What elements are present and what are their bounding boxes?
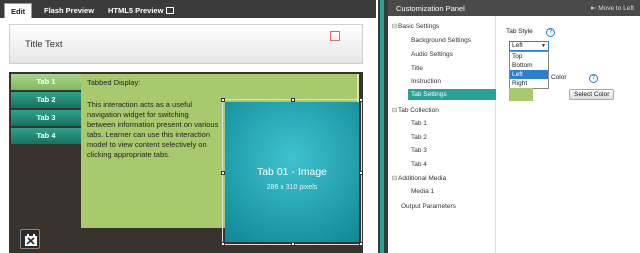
option-top[interactable]: Top [510,52,548,61]
tree-instruction[interactable]: Instruction [411,78,441,85]
panel-description[interactable]: This interaction acts as a useful naviga… [87,100,219,160]
stage-tab-1[interactable]: Tab 1 [11,74,81,90]
external-link-icon [166,7,175,14]
collapse-icon[interactable]: ⊟ [391,22,398,30]
tree-media-1[interactable]: Media 1 [411,188,434,195]
panel-header: Customization Panel ⇤ Move to Left [388,0,640,16]
panel-title: Customization Panel [396,4,465,13]
customization-panel: Customization Panel ⇤ Move to Left ⊟Basic… [388,0,640,253]
image-placeholder[interactable]: Tab 01 - Image 286 x 310 pixels [221,98,363,246]
tab-image: Tab 01 - Image 286 x 310 pixels [225,102,359,242]
tab-list: Tab 1 Tab 2 Tab 3 Tab 4 [11,74,81,146]
tools-button[interactable] [20,229,40,249]
collapse-icon[interactable]: ⊟ [391,174,398,182]
stage-tab-2[interactable]: Tab 2 [11,92,81,108]
stage-tab-4[interactable]: Tab 4 [11,128,81,144]
interaction-content: Tab 1 Tab 2 Tab 3 Tab 4 Tabbed Display: … [9,72,363,253]
help-icon[interactable]: ? [546,28,555,37]
tab-html5-preview-label: HTML5 Preview [108,6,164,15]
option-right[interactable]: Right [510,79,548,88]
tree-label: Basic Settings [398,23,440,30]
settings-tree: ⊟Basic Settings Background Settings Audi… [388,16,496,253]
help-icon[interactable]: ? [589,74,598,83]
tab-edit[interactable]: Edit [4,3,33,18]
resize-handle[interactable] [359,98,363,102]
image-title: Tab 01 - Image [256,166,328,178]
tree-label: Tab Collection [398,107,439,114]
tree-tab-settings[interactable]: Tab Settings [408,89,496,100]
panel-heading[interactable]: Tabbed Display: [87,78,140,87]
tab-style-value: Left [512,42,523,49]
tree-audio-settings[interactable]: Audio Settings [411,51,453,58]
resize-handle[interactable] [221,98,225,102]
resize-handle[interactable] [359,242,363,246]
tree-basic-settings[interactable]: ⊟Basic Settings [391,22,439,30]
resize-handle[interactable] [291,98,295,102]
resize-handle[interactable] [221,242,225,246]
tree-background-settings[interactable]: Background Settings [411,37,471,44]
resize-handle[interactable] [359,171,363,175]
tree-additional-media[interactable]: ⊟Additional Media [391,174,446,182]
color-label: Color [551,74,567,81]
tools-icon [25,234,37,246]
tree-tab-4[interactable]: Tab 4 [411,161,427,168]
tree-tab-2[interactable]: Tab 2 [411,134,427,141]
tab-style-label: Tab Style [506,28,533,35]
color-swatch[interactable] [509,88,533,101]
tree-output-parameters[interactable]: Output Parameters [401,203,456,210]
move-to-left-label: Move to Left [598,5,634,12]
move-to-left-button[interactable]: ⇤ Move to Left [591,4,634,12]
tab-flash-preview[interactable]: Flash Preview [38,3,100,18]
stage: Title Text Tab 1 Tab 2 Tab 3 Tab 4 Tabbe… [9,24,363,253]
collapse-icon[interactable]: ⊟ [391,106,398,114]
option-left[interactable]: Left [510,70,548,79]
image-size: 286 x 310 pixels [266,184,318,191]
tab-edit-label: Edit [11,7,26,16]
panel-splitter[interactable] [378,0,388,253]
tree-label: Additional Media [398,175,447,182]
tree-tab-3[interactable]: Tab 3 [411,147,427,154]
tab-style-select[interactable]: Left ▼ [509,41,549,51]
stage-tab-3[interactable]: Tab 3 [11,110,81,126]
tree-title[interactable]: Title [411,65,423,72]
resize-handle[interactable] [221,171,225,175]
tree-tab-1[interactable]: Tab 1 [411,120,427,127]
editor-tab-bar: Edit Flash Preview HTML5 Preview [0,0,376,18]
tree-tab-collection[interactable]: ⊟Tab Collection [391,106,439,114]
option-bottom[interactable]: Bottom [510,61,548,70]
select-color-button[interactable]: Select Color [569,89,615,100]
tab-flash-preview-label: Flash Preview [44,6,95,15]
splitter-line [380,0,384,253]
arrow-left-icon: ⇤ [590,5,597,12]
resize-handle[interactable] [291,242,295,246]
tab-html5-preview[interactable]: HTML5 Preview [102,3,180,18]
dropdown-caret-icon: ▼ [541,43,546,49]
title-placeholder-box[interactable] [330,31,340,41]
title-area[interactable]: Title Text [9,24,363,64]
tab-style-options: Top Bottom Left Right [509,51,549,89]
title-text[interactable]: Title Text [25,39,63,50]
editor-area: Edit Flash Preview HTML5 Preview Title T… [0,0,376,253]
